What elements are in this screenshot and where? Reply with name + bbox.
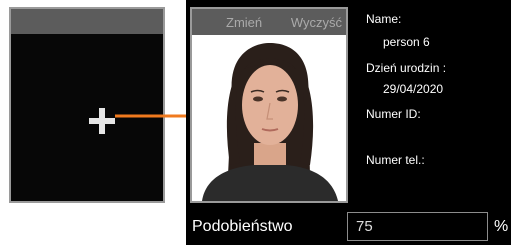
clear-photo-button[interactable]: Wyczyść — [291, 15, 342, 30]
plus-icon[interactable] — [89, 108, 115, 134]
birthdate-value: 29/04/2020 — [383, 82, 444, 96]
empty-photo-slot[interactable] — [9, 7, 165, 203]
percent-unit: % — [494, 218, 509, 235]
name-value: person 6 — [383, 35, 430, 49]
phone-number-label: Numer tel.: — [366, 153, 425, 167]
similarity-label: Podobieństwo — [192, 218, 293, 235]
person-photo-frame: Zmień Wyczyść — [190, 7, 348, 203]
change-photo-button[interactable]: Zmień — [226, 15, 262, 30]
name-label: Name: — [366, 12, 402, 26]
id-number-label: Numer ID: — [366, 107, 421, 121]
slot-header-bar — [11, 9, 163, 34]
similarity-input[interactable]: 75 — [347, 212, 488, 241]
birthdate-label: Dzień urodzin : — [366, 61, 447, 75]
photo-toolbar: Zmień Wyczyść — [192, 9, 346, 35]
person-photo — [192, 35, 346, 201]
